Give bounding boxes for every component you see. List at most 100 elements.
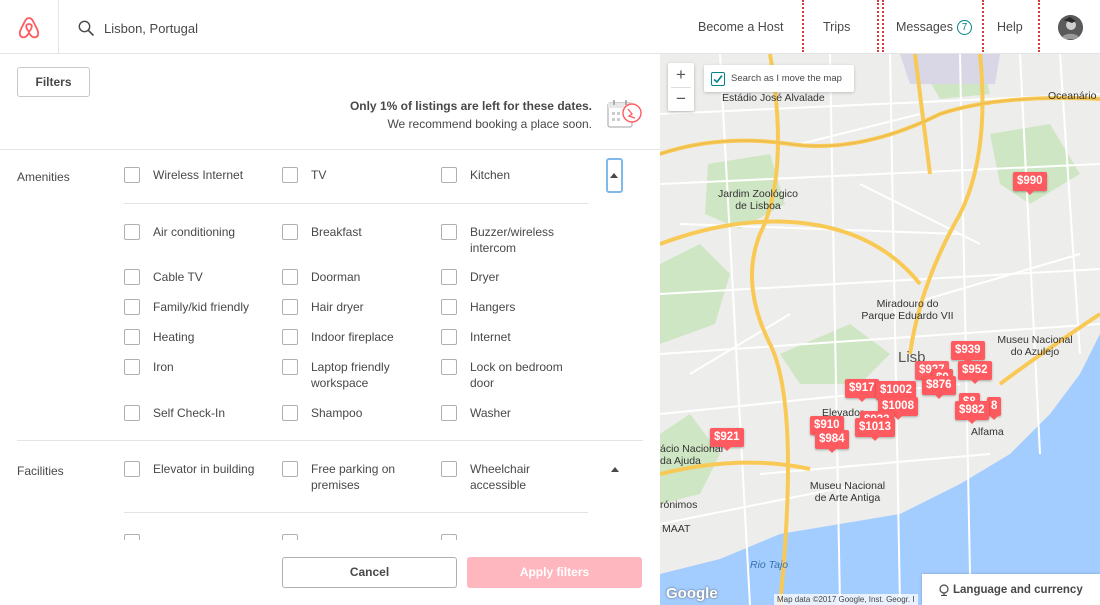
price-marker[interactable]: $1013 <box>855 418 895 441</box>
checkbox[interactable] <box>441 461 457 477</box>
collapse-facilities-icon[interactable] <box>611 467 619 472</box>
price-marker[interactable]: $939 <box>951 341 985 364</box>
price-marker[interactable]: $990 <box>1013 172 1047 195</box>
amenity-option[interactable]: Hair dryer <box>282 299 431 315</box>
map-place-label: Oceanário <box>1048 90 1097 102</box>
facility-option[interactable]: Elevator in building <box>124 461 273 477</box>
amenity-option[interactable]: Breakfast <box>282 224 431 240</box>
amenity-option[interactable]: Family/kid friendly <box>124 299 273 315</box>
checkbox[interactable] <box>282 359 298 375</box>
checkbox[interactable] <box>124 359 140 375</box>
nav-divider <box>877 0 879 52</box>
airbnb-logo[interactable] <box>0 0 59 54</box>
check-icon <box>713 74 723 83</box>
amenity-option[interactable]: TV <box>282 167 431 183</box>
avatar[interactable] <box>1058 15 1083 40</box>
amenity-option[interactable]: Lock on bedroom door <box>441 359 580 391</box>
apply-filters-button[interactable]: Apply filters <box>467 557 642 588</box>
facility-option[interactable]: Free parking on premises <box>282 461 411 493</box>
amenity-label: Kitchen <box>470 168 511 182</box>
amenity-option[interactable]: Hangers <box>441 299 590 315</box>
zoom-in-button[interactable]: + <box>668 63 694 87</box>
panel-divider <box>0 149 660 150</box>
amenity-option[interactable]: Wireless Internet <box>124 167 273 183</box>
facility-label: Wheelchair accessible <box>470 462 531 492</box>
amenity-label: Doorman <box>311 270 361 284</box>
amenity-option[interactable]: Self Check-In <box>124 405 273 421</box>
checkbox[interactable] <box>282 269 298 285</box>
map[interactable]: Estádio José Alvalade Oceanário Jardim Z… <box>660 54 1100 605</box>
amenity-option[interactable]: Internet <box>441 329 590 345</box>
checkbox[interactable] <box>124 167 140 183</box>
checkbox[interactable] <box>441 299 457 315</box>
map-place-label: Jardim Zoológico de Lisboa <box>718 188 798 212</box>
amenity-option[interactable]: Buzzer/wireless intercom <box>441 224 570 256</box>
checkbox <box>441 534 457 540</box>
amenity-label: Internet <box>470 330 511 344</box>
collapse-amenities-button[interactable] <box>606 158 623 193</box>
checkbox[interactable] <box>124 329 140 345</box>
amenity-option[interactable]: Kitchen <box>441 167 590 183</box>
amenity-option[interactable]: Doorman <box>282 269 431 285</box>
checkbox[interactable] <box>124 224 140 240</box>
price-marker[interactable]: $984 <box>815 430 849 453</box>
amenity-option[interactable]: Indoor fireplace <box>282 329 431 345</box>
map-place-label: Museu Nacional do Azulejo <box>997 334 1073 358</box>
amenity-option[interactable]: Heating <box>124 329 273 345</box>
nav-trips[interactable]: Trips <box>823 0 850 54</box>
price-marker[interactable]: $921 <box>710 428 744 451</box>
airbnb-logo-icon <box>18 17 40 39</box>
nav-messages[interactable]: Messages 7 <box>896 0 972 54</box>
amenity-option[interactable]: Dryer <box>441 269 590 285</box>
checkbox[interactable] <box>441 224 457 240</box>
checkbox[interactable] <box>282 461 298 477</box>
checkbox[interactable] <box>282 224 298 240</box>
amenity-option[interactable]: Air conditioning <box>124 224 273 240</box>
checkbox[interactable] <box>441 329 457 345</box>
nav-become-host[interactable]: Become a Host <box>698 0 783 54</box>
facility-option[interactable]: Wheelchair accessible <box>441 461 560 493</box>
amenity-option[interactable]: Washer <box>441 405 590 421</box>
search-as-move-toggle[interactable]: Search as I move the map <box>704 65 854 92</box>
nav-messages-label: Messages <box>896 20 953 34</box>
amenity-option[interactable]: Shampoo <box>282 405 431 421</box>
search-as-move-checkbox[interactable] <box>711 71 725 86</box>
nav-help[interactable]: Help <box>997 0 1023 54</box>
amenity-option[interactable]: Cable TV <box>124 269 273 285</box>
checkbox[interactable] <box>441 167 457 183</box>
nav-divider <box>882 0 884 52</box>
amenity-label: Air conditioning <box>153 225 236 239</box>
location-search[interactable]: Lisbon, Portugal <box>78 17 198 39</box>
search-input[interactable]: Lisbon, Portugal <box>104 21 198 36</box>
checkbox[interactable] <box>124 269 140 285</box>
price-marker-cluster[interactable]: 8 <box>987 397 1002 420</box>
facility-label: Elevator in building <box>153 462 255 476</box>
search-icon <box>78 20 94 36</box>
facilities-divider <box>124 512 588 513</box>
amenity-label: Washer <box>470 406 511 420</box>
globe-icon <box>939 583 949 596</box>
price-marker[interactable]: $917 <box>845 379 879 402</box>
map-attribution[interactable]: Map data ©2017 Google, Inst. Geogr. I <box>774 594 918 605</box>
price-marker[interactable]: $982 <box>955 401 989 424</box>
checkbox[interactable] <box>282 299 298 315</box>
zoom-out-button[interactable]: − <box>668 87 694 111</box>
filters-button[interactable]: Filters <box>17 67 90 97</box>
language-currency-button[interactable]: Language and currency <box>922 574 1100 605</box>
checkbox[interactable] <box>441 405 457 421</box>
price-marker[interactable]: $952 <box>958 361 992 384</box>
checkbox[interactable] <box>282 405 298 421</box>
amenity-option[interactable]: Iron <box>124 359 273 375</box>
map-place-label: rónimos <box>660 499 698 511</box>
checkbox[interactable] <box>441 269 457 285</box>
cancel-button[interactable]: Cancel <box>282 557 457 588</box>
amenity-option[interactable]: Laptop friendly workspace <box>282 359 411 391</box>
checkbox[interactable] <box>124 461 140 477</box>
checkbox[interactable] <box>441 359 457 375</box>
checkbox[interactable] <box>124 405 140 421</box>
price-marker[interactable]: $876 <box>922 376 956 399</box>
checkbox[interactable] <box>282 167 298 183</box>
scrolled-row-peek <box>124 534 644 540</box>
checkbox[interactable] <box>124 299 140 315</box>
checkbox[interactable] <box>282 329 298 345</box>
